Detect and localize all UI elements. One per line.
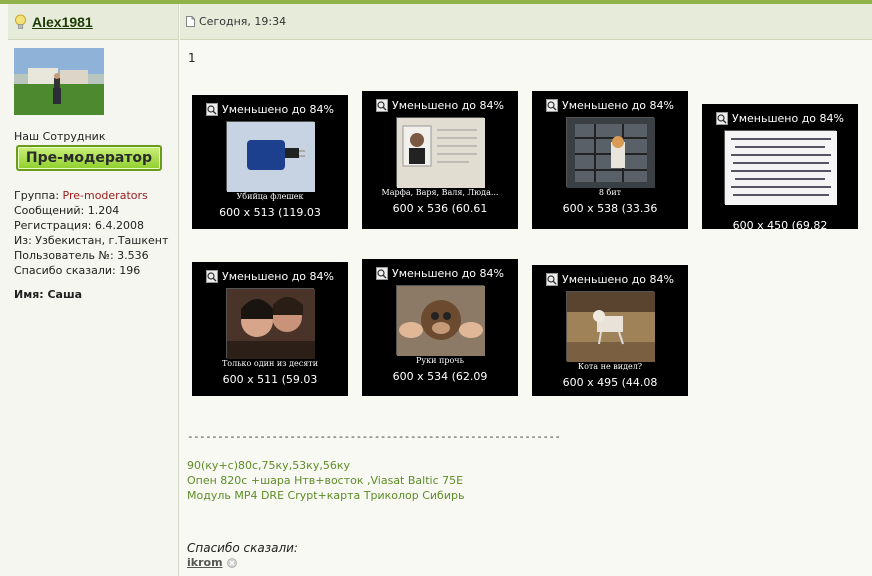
thumbnail-image[interactable] xyxy=(566,117,655,188)
group-value: Pre-moderators xyxy=(62,189,148,202)
rank-badge: Пре-модератор xyxy=(16,145,162,171)
signature-separator: ----------------------------------------… xyxy=(187,430,561,443)
thumbnail-caption: Только один из десяти xyxy=(221,359,319,368)
user-profile-column: Alex1981 Наш Сотрудник Пре-модератор Гру… xyxy=(8,4,179,576)
resize-label: Уменьшено до 84% xyxy=(222,102,334,116)
thumbnail-caption: Кота не видел? xyxy=(577,362,643,371)
thumbnail-image[interactable] xyxy=(396,285,485,356)
remove-thanks-icon[interactable] xyxy=(226,557,237,568)
thumbnail-size: 600 x 495 (44.08 xyxy=(562,376,658,389)
resize-label: Уменьшено до 84% xyxy=(222,269,334,283)
resize-label: Уменьшено до 84% xyxy=(392,266,504,280)
resize-label: Уменьшено до 84% xyxy=(562,98,674,112)
post-column: Сегодня, 19:34 1 Уменьшено до 84% Убийца… xyxy=(180,4,872,576)
avatar[interactable] xyxy=(14,48,104,115)
location: Из: Узбекистан, г.Ташкент xyxy=(14,234,169,247)
magnifier-icon xyxy=(546,98,558,112)
thanks-user: ikrom xyxy=(187,556,237,569)
lightbulb-icon xyxy=(15,14,26,29)
registration-date: Регистрация: 6.4.2008 xyxy=(14,219,144,232)
thumbnail-1[interactable]: Уменьшено до 84% Убийца флешек 600 x 513… xyxy=(192,95,348,229)
staff-title: Наш Сотрудник xyxy=(14,130,106,143)
thumbnail-6[interactable]: Уменьшено до 84% Руки прочь 600 x 534 (6… xyxy=(362,259,518,396)
user-number: Пользователь №: 3.536 xyxy=(14,249,149,262)
user-stats: Группа: Pre-moderators Сообщений: 1.204 … xyxy=(14,188,168,278)
messages-count: Сообщений: 1.204 xyxy=(14,204,120,217)
thumbnail-size: 600 x 511 (59.03 xyxy=(222,373,318,386)
post-date: Сегодня, 19:34 xyxy=(199,15,287,28)
magnifier-icon xyxy=(546,272,558,286)
thumbnail-caption xyxy=(702,205,858,215)
magnifier-icon xyxy=(376,98,388,112)
resize-label: Уменьшено до 84% xyxy=(732,111,844,125)
real-name: Имя: Саша xyxy=(14,288,83,301)
post-header: Сегодня, 19:34 xyxy=(180,4,872,40)
thumbnail-3[interactable]: Уменьшено до 84% 8 бит 600 x 538 (33.36 xyxy=(532,91,688,229)
thanks-user-link[interactable]: ikrom xyxy=(187,556,223,569)
group-line: Группа: Pre-moderators xyxy=(14,188,168,203)
thumbnail-size: 600 x 538 (33.36 xyxy=(562,202,658,215)
thumbnail-2[interactable]: Уменьшено до 84% Марфа, Варя, Валя, Люда… xyxy=(362,91,518,229)
thumbnail-image[interactable] xyxy=(226,288,315,359)
signature-line: 90(ку+с)80с,75ку,53ку,56ку xyxy=(187,459,350,472)
thumbnail-image[interactable] xyxy=(396,117,485,188)
magnifier-icon xyxy=(716,111,728,125)
thumbnail-caption: Марфа, Варя, Валя, Люда... xyxy=(381,188,499,197)
thanks-count: Спасибо сказали: 196 xyxy=(14,264,141,277)
signature-line: Опен 820с +шара Нтв+восток ,Viasat Balti… xyxy=(187,474,464,487)
thumbnail-size: 600 x 513 (119.03 xyxy=(219,206,321,219)
signature-line: Модуль MP4 DRE Crypt+карта Триколор Сиби… xyxy=(187,489,465,502)
thumbnail-caption: 8 бит xyxy=(598,188,622,197)
thumbnail-image[interactable] xyxy=(226,121,315,192)
post-text: 1 xyxy=(188,51,196,65)
thumbnail-image[interactable] xyxy=(724,130,837,205)
resize-label: Уменьшено до 84% xyxy=(392,98,504,112)
thumbnail-image[interactable] xyxy=(566,291,655,362)
thumbnail-size: 600 x 534 (62.09 xyxy=(392,370,488,383)
magnifier-icon xyxy=(376,266,388,280)
username-link[interactable]: Alex1981 xyxy=(32,14,93,30)
thumbnail-5[interactable]: Уменьшено до 84% Только один из десяти 6… xyxy=(192,262,348,396)
user-header: Alex1981 xyxy=(8,4,178,40)
thumbnail-size: 600 x 536 (60.61 xyxy=(392,202,488,215)
thanks-label: Спасибо сказали: xyxy=(187,541,298,555)
thumbnail-caption: Убийца флешек xyxy=(236,192,304,201)
thumbnail-7[interactable]: Уменьшено до 84% Кота не видел? 600 x 49… xyxy=(532,265,688,396)
magnifier-icon xyxy=(206,102,218,116)
group-label: Группа: xyxy=(14,189,63,202)
thumbnail-4[interactable]: Уменьшено до 84% 600 x 450 (69.82 xyxy=(702,104,858,232)
post-document-icon[interactable] xyxy=(186,16,195,27)
thumbnail-caption: Руки прочь xyxy=(416,356,464,365)
signature: 90(ку+с)80с,75ку,53ку,56ку Опен 820с +ша… xyxy=(187,458,464,503)
thumbnail-size: 600 x 450 (69.82 xyxy=(732,219,828,232)
magnifier-icon xyxy=(206,269,218,283)
resize-label: Уменьшено до 84% xyxy=(562,272,674,286)
